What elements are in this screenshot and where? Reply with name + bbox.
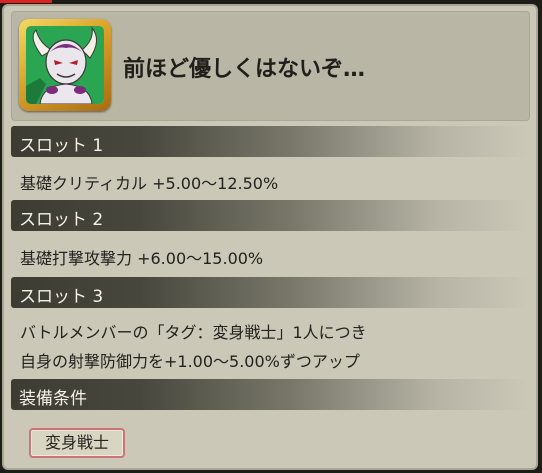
equip-tag-label: 変身戦士: [44, 433, 109, 452]
equip-conditions-header: 装備条件: [11, 379, 530, 410]
slot-3-header: スロット 3: [11, 277, 530, 308]
slot-1-effect: 基礎クリティカル +5.00〜12.50%: [20, 174, 279, 193]
slot-1-header: スロット 1: [11, 126, 530, 157]
slot-3-effect-line-1: バトルメンバーの「タグ：変身戦士」1人につき: [20, 323, 367, 342]
item-title: 前ほど優しくはないぞ…: [123, 57, 366, 82]
slot-2-label: スロット 2: [19, 210, 104, 230]
slot-3-effect-line-2: 自身の射撃防御力を+1.00〜5.00%ずつアップ: [20, 352, 360, 371]
slot-1-label: スロット 1: [19, 136, 104, 156]
equip-conditions-label: 装備条件: [19, 389, 87, 409]
slot-2-header: スロット 2: [11, 200, 530, 231]
slot-2-effect: 基礎打撃攻撃力 +6.00〜15.00%: [20, 249, 264, 268]
portrait-art: [26, 26, 104, 104]
frieza-portrait-icon: [26, 26, 104, 104]
slot-3-label: スロット 3: [19, 287, 104, 307]
corner-accent: [0, 0, 52, 3]
equip-tag-transforming-warrior: 変身戦士: [29, 428, 125, 458]
item-portrait-frame: [19, 19, 111, 111]
item-header: 前ほど優しくはないぞ…: [11, 11, 530, 121]
memory-detail-panel: 前ほど優しくはないぞ… スロット 1 基礎クリティカル +5.00〜12.50%…: [2, 4, 538, 470]
